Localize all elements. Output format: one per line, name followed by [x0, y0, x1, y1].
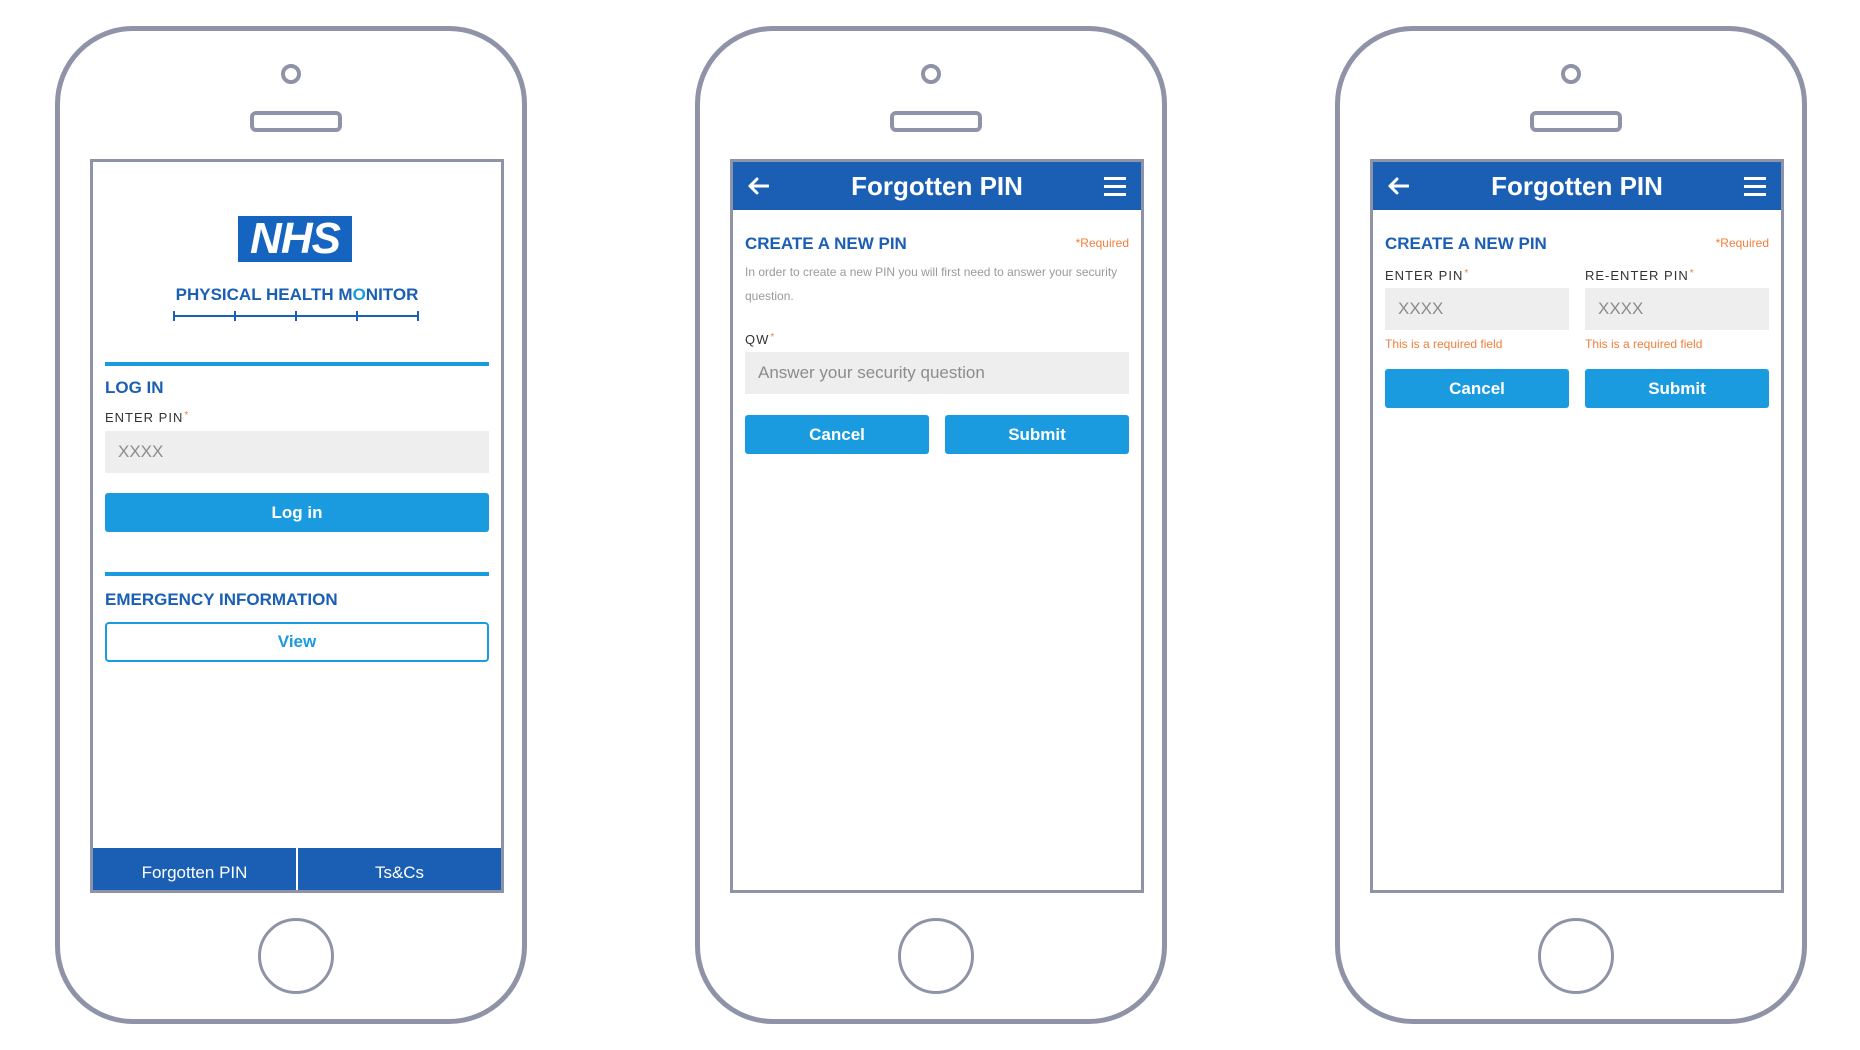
pin-label: ENTER PIN* — [105, 410, 189, 425]
home-button — [898, 918, 974, 994]
login-button[interactable]: Log in — [105, 493, 489, 532]
view-button[interactable]: View — [105, 622, 489, 662]
required-marker: * — [1689, 268, 1695, 279]
security-screen: Forgotten PIN CREATE A NEW PIN *Required… — [730, 159, 1144, 893]
phone-new-pin: Forgotten PIN CREATE A NEW PIN *Required… — [1335, 26, 1807, 1024]
page-title: Forgotten PIN — [851, 171, 1023, 201]
cancel-button[interactable]: Cancel — [1385, 369, 1569, 408]
submit-button[interactable]: Submit — [945, 415, 1129, 454]
phone-security-question: Forgotten PIN CREATE A NEW PIN *Required… — [695, 26, 1167, 1024]
home-button — [258, 918, 334, 994]
enter-pin-error: This is a required field — [1385, 337, 1503, 351]
section-title: CREATE A NEW PIN — [1385, 234, 1547, 253]
enter-pin-input[interactable]: XXXX — [1385, 288, 1569, 330]
phone-login: NHS PHYSICAL HEALTH MONITOR LOG IN ENTER… — [55, 26, 527, 1024]
reenter-pin-input[interactable]: XXXX — [1585, 288, 1769, 330]
required-note: *Required — [1075, 236, 1129, 250]
app-name-part: PHYSICAL HEALTH M — [175, 285, 353, 304]
back-arrow-icon[interactable] — [747, 177, 769, 195]
app-name: PHYSICAL HEALTH MONITOR — [93, 285, 501, 305]
app-name-part: NITOR — [365, 285, 419, 304]
back-arrow-icon[interactable] — [1387, 177, 1409, 195]
hamburger-menu-icon[interactable] — [1744, 177, 1766, 196]
camera-icon — [1561, 64, 1581, 84]
enter-pin-label: ENTER PIN* — [1385, 268, 1469, 283]
section-divider — [105, 572, 489, 576]
reenter-pin-label: RE-ENTER PIN* — [1585, 268, 1695, 283]
security-answer-input[interactable]: Answer your security question — [745, 352, 1129, 394]
hamburger-menu-icon[interactable] — [1104, 177, 1126, 196]
pin-input[interactable]: XXXX — [105, 431, 489, 473]
nhs-logo: NHS — [238, 216, 352, 262]
login-screen: NHS PHYSICAL HEALTH MONITOR LOG IN ENTER… — [90, 159, 504, 893]
required-marker: * — [770, 332, 776, 343]
speaker-grille — [890, 111, 982, 132]
question-label-text: QW — [745, 332, 770, 347]
reenter-pin-label-text: RE-ENTER PIN — [1585, 268, 1689, 283]
required-note: *Required — [1715, 236, 1769, 250]
question-label: QW* — [745, 332, 775, 347]
submit-button[interactable]: Submit — [1585, 369, 1769, 408]
speaker-grille — [250, 111, 342, 132]
terms-tab[interactable]: Ts&Cs — [298, 848, 501, 890]
cancel-button[interactable]: Cancel — [745, 415, 929, 454]
bottom-nav: Forgotten PIN Ts&Cs — [93, 848, 501, 890]
camera-icon — [921, 64, 941, 84]
forgotten-pin-tab[interactable]: Forgotten PIN — [93, 848, 296, 890]
app-name-accent: O — [352, 285, 366, 304]
home-button — [1538, 918, 1614, 994]
header-bar: Forgotten PIN — [1373, 162, 1781, 210]
camera-icon — [281, 64, 301, 84]
emergency-title: EMERGENCY INFORMATION — [105, 590, 338, 609]
section-title: CREATE A NEW PIN — [745, 234, 907, 253]
new-pin-screen: Forgotten PIN CREATE A NEW PIN *Required… — [1370, 159, 1784, 893]
speaker-grille — [1530, 111, 1622, 132]
pin-label-text: ENTER PIN — [105, 410, 184, 425]
section-divider — [105, 362, 489, 366]
page-title: Forgotten PIN — [1491, 171, 1663, 201]
required-marker: * — [184, 410, 190, 421]
header-bar: Forgotten PIN — [733, 162, 1141, 210]
login-title: LOG IN — [105, 378, 164, 397]
reenter-pin-error: This is a required field — [1585, 337, 1703, 351]
ruler-icon — [173, 311, 419, 321]
help-text: In order to create a new PIN you will fi… — [745, 265, 1118, 303]
enter-pin-label-text: ENTER PIN — [1385, 268, 1464, 283]
required-marker: * — [1464, 268, 1470, 279]
